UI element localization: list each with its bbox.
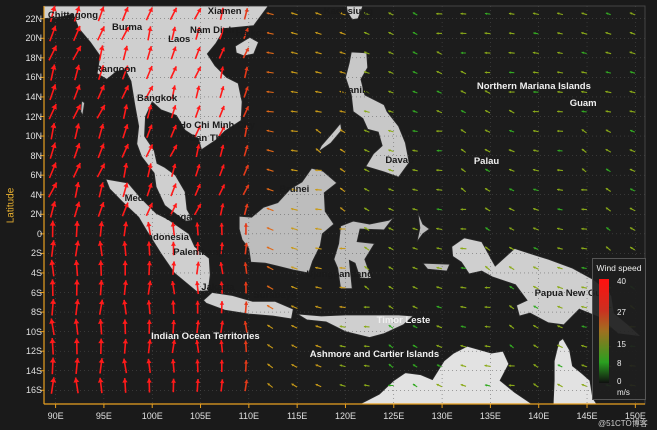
legend-unit: m/s [617,388,630,397]
longitude-label: 140E [528,411,550,421]
place-label: Burma [112,22,143,34]
longitude-label: 110E [238,411,259,421]
wind-speed-legend: Wind speed 40 27 15 8 0 m/s [592,258,646,400]
latitude-label: 2S [30,248,42,259]
longitude-label: 125E [383,411,405,421]
place-label: Rangoon [94,63,137,75]
legend-tick: 40 [617,277,626,286]
place-label: Ashmore and Cartier Islands [309,349,440,361]
legend-tick: 8 [617,359,622,368]
longitude-label: 105E [190,411,212,421]
latitude-label: 10S [25,326,42,337]
longitude-label: 90E [47,411,64,421]
longitude-label: 115E [286,411,308,421]
latitude-label: 12N [25,111,42,122]
latitude-label: 8S [30,307,42,318]
latitude-label: 20N [25,33,42,44]
place-label: Nam Dinh [189,25,235,37]
latitude-label: 12S [25,346,42,357]
place-label: Xiamen [207,6,242,17]
legend-color-bar [599,279,609,383]
legend-tick: 0 [617,377,622,386]
legend-tick: 15 [617,340,626,349]
latitude-label: 6N [30,170,42,181]
latitude-label: 4S [30,267,42,278]
legend-title: Wind speed [596,263,642,273]
place-label: Palembang [173,247,224,259]
latitude-label: 22N [25,13,42,24]
watermark: @51CTO博客 [598,419,648,428]
place-label: Palau [473,156,500,168]
latitude-label: 6S [30,287,42,298]
place-label: Davao [385,155,414,167]
latitude-label: 16S [25,385,42,396]
latitude-label: 8N [30,150,42,161]
place-label: Guam [569,97,597,109]
legend-tick: 27 [617,308,626,317]
place-label: Can Tho [189,132,228,144]
place-label: Brunei [279,183,310,195]
place-label: Surabaya [253,290,297,302]
latitude-label: 14S [25,365,42,376]
place-label: Northern Mariana Islands [476,81,591,93]
place-label: Bangkok [136,92,178,104]
place-label: Singapore [165,212,213,224]
place-label: Indonesia [144,231,189,243]
place-label: Haikou [235,28,268,40]
longitude-label: 130E [431,411,453,421]
longitude-label: 135E [479,411,501,421]
place-label: Ho Chi Minh City [178,120,255,132]
place-label: Ujungpandang [306,268,373,280]
latitude-label: 10N [25,131,42,142]
latitude-label: 16N [25,72,42,83]
longitude-label: 95E [95,411,112,421]
place-label: Indian Ocean Territories [151,330,260,342]
place-label: Jakarta [201,281,235,293]
place-label: Timor Leste [376,314,431,326]
axis-title: Latitude [5,187,17,224]
longitude-label: 100E [141,411,163,421]
place-label: Medan [124,192,155,204]
latitude-label: 18N [25,52,42,63]
latitude-label: 14N [25,91,42,102]
place-label: Manila [340,85,370,97]
place-label: Chittagong [47,9,99,21]
place-label: Kaohsiung [323,6,373,17]
place-label: Laos [168,34,191,46]
longitude-label: 120E [334,411,356,421]
